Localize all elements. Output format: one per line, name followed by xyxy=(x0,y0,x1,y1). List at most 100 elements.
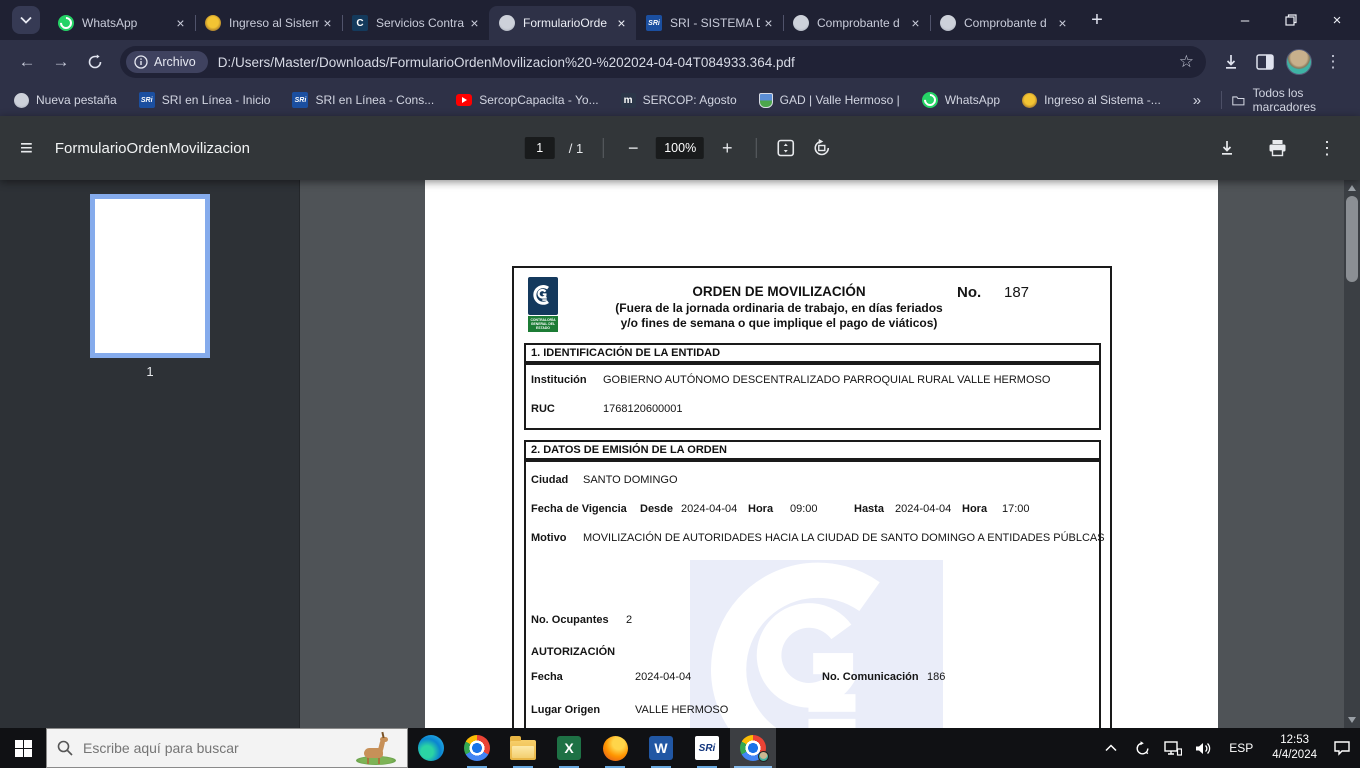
zoom-out-button[interactable]: − xyxy=(620,135,646,161)
bookmark-label: SercopCapacita - Yo... xyxy=(479,93,599,107)
all-bookmarks-button[interactable]: Todos los marcadores xyxy=(1232,86,1346,114)
tab-strip: WhatsApp × Ingreso al Sistem × C Servici… xyxy=(0,0,1360,40)
ocupantes-label: No. Ocupantes xyxy=(531,614,609,626)
tab-servicios-contraloria[interactable]: C Servicios Contra × xyxy=(342,6,489,40)
clock[interactable]: 12:53 4/4/2024 xyxy=(1266,733,1323,763)
tab-close-icon[interactable]: × xyxy=(466,15,483,32)
taskbar-chrome[interactable] xyxy=(454,728,500,768)
taskbar: X W SRi ESP 12:53 4/4/2024 xyxy=(0,728,1360,768)
volume-icon[interactable] xyxy=(1192,734,1216,762)
bookmark-sercop-agosto[interactable]: m SERCOP: Agosto xyxy=(620,92,737,108)
pdf-download-button[interactable] xyxy=(1214,135,1240,161)
section2-header: 2. DATOS DE EMISIÓN DE LA ORDEN xyxy=(524,440,1101,460)
close-window-button[interactable]: × xyxy=(1314,0,1360,40)
pdf-more-button[interactable]: ⋮ xyxy=(1314,135,1340,161)
taskbar-file-explorer[interactable] xyxy=(500,728,546,768)
network-icon[interactable] xyxy=(1161,734,1185,762)
pdf-print-button[interactable] xyxy=(1264,135,1290,161)
downloads-button[interactable] xyxy=(1214,45,1248,79)
taskbar-edge[interactable] xyxy=(408,728,454,768)
bookmark-nueva-pestana[interactable]: Nueva pestaña xyxy=(14,92,117,108)
zoom-in-button[interactable]: + xyxy=(714,135,740,161)
file-scheme-chip[interactable]: Archivo xyxy=(126,51,208,73)
vertical-scrollbar[interactable] xyxy=(1344,180,1360,728)
tab-comprobante-2[interactable]: Comprobante d × xyxy=(930,6,1077,40)
profile-avatar[interactable] xyxy=(1286,49,1312,75)
tab-comprobante-1[interactable]: Comprobante d × xyxy=(783,6,930,40)
chevron-down-icon xyxy=(20,16,32,24)
pdf-menu-icon[interactable]: ≡ xyxy=(20,135,33,161)
rotate-button[interactable] xyxy=(809,135,835,161)
new-tab-button[interactable]: + xyxy=(1083,6,1111,34)
tab-search-button[interactable] xyxy=(12,6,40,34)
side-panel-button[interactable] xyxy=(1248,45,1282,79)
taskbar-firefox[interactable] xyxy=(592,728,638,768)
language-indicator[interactable]: ESP xyxy=(1223,741,1259,755)
action-center-icon[interactable] xyxy=(1330,734,1354,762)
excel-icon: X xyxy=(557,736,581,760)
bookmark-whatsapp[interactable]: WhatsApp xyxy=(921,92,1000,108)
scrollbar-thumb[interactable] xyxy=(1346,196,1358,282)
bookmarks-overflow-button[interactable]: » xyxy=(1183,92,1211,109)
tab-close-icon[interactable]: × xyxy=(172,15,189,32)
tab-close-icon[interactable]: × xyxy=(907,15,924,32)
page-number-input[interactable] xyxy=(524,137,555,159)
bookmark-sri-inicio[interactable]: SRi SRI en Línea - Inicio xyxy=(138,92,270,108)
tab-close-icon[interactable]: × xyxy=(1054,15,1071,32)
tab-close-icon[interactable]: × xyxy=(319,15,336,32)
search-input[interactable] xyxy=(83,740,355,756)
maximize-button[interactable] xyxy=(1268,0,1314,40)
chrome-icon xyxy=(464,735,490,761)
info-icon xyxy=(134,55,148,69)
download-icon xyxy=(1226,55,1236,69)
desde-value: 2024-04-04 xyxy=(681,503,738,515)
tab-close-icon[interactable]: × xyxy=(613,15,630,32)
minimize-button[interactable]: – xyxy=(1222,0,1268,40)
motivo-label: Motivo xyxy=(531,532,567,544)
browser-menu-button[interactable]: ⋮ xyxy=(1316,45,1350,79)
omnibox[interactable]: Archivo ☆ xyxy=(120,46,1206,78)
page-thumbnail[interactable] xyxy=(90,194,210,358)
section1-header: 1. IDENTIFICACIÓN DE LA ENTIDAD xyxy=(524,343,1101,363)
m-icon: m xyxy=(620,92,636,108)
onedrive-sync-icon[interactable] xyxy=(1130,734,1154,762)
tab-whatsapp[interactable]: WhatsApp × xyxy=(48,6,195,40)
bookmark-gad-valle-hermoso[interactable]: GAD | Valle Hermoso | xyxy=(758,92,900,108)
search-icon xyxy=(57,740,73,756)
taskbar-excel[interactable]: X xyxy=(546,728,592,768)
taskbar-sri[interactable]: SRi xyxy=(684,728,730,768)
document-subtitle-line1: (Fuera de la jornada ordinaria de trabaj… xyxy=(615,301,943,315)
bookmark-star-icon[interactable]: ☆ xyxy=(1179,52,1194,72)
address-bar: ← → Archivo ☆ ⋮ xyxy=(0,40,1360,84)
tray-chevron-up-icon[interactable] xyxy=(1099,734,1123,762)
ruc-label: RUC xyxy=(531,403,555,415)
tab-ingreso-sistema[interactable]: Ingreso al Sistem × xyxy=(195,6,342,40)
scroll-down-icon[interactable] xyxy=(1348,717,1356,723)
origen-value: VALLE HERMOSO xyxy=(635,704,729,716)
tab-sri-sistema[interactable]: SRi SRI - SISTEMA D × xyxy=(636,6,783,40)
tab-close-icon[interactable]: × xyxy=(760,15,777,32)
sri-icon: SRi xyxy=(646,15,662,31)
bookmark-ingreso-sistema[interactable]: Ingreso al Sistema -... xyxy=(1022,92,1161,108)
gad-shield-icon xyxy=(758,92,773,108)
vigencia-label: Fecha de Vigencia xyxy=(531,503,627,515)
fit-page-icon xyxy=(777,139,795,157)
zoom-level-input[interactable] xyxy=(656,137,705,159)
bookmark-sri-consultas[interactable]: SRi SRI en Línea - Cons... xyxy=(292,92,434,108)
back-button[interactable]: ← xyxy=(10,45,44,79)
pdf-page: CONTRALORÍA GENERAL DEL ESTADO ORDEN DE … xyxy=(425,180,1218,728)
tab-formulario-orden-active[interactable]: FormularioOrde × xyxy=(489,6,636,40)
start-button[interactable] xyxy=(0,728,46,768)
taskbar-search-box[interactable] xyxy=(46,728,408,768)
taskbar-chrome-active[interactable] xyxy=(730,728,776,768)
url-input[interactable] xyxy=(217,54,1179,70)
reload-button[interactable] xyxy=(78,45,112,79)
globe-icon xyxy=(499,15,515,31)
scroll-up-icon[interactable] xyxy=(1348,185,1356,191)
taskbar-word[interactable]: W xyxy=(638,728,684,768)
bookmark-sercop-youtube[interactable]: SercopCapacita - Yo... xyxy=(456,93,599,107)
forward-button[interactable]: → xyxy=(44,45,78,79)
institucion-value: GOBIERNO AUTÓNOMO DESCENTRALIZADO PARROQ… xyxy=(603,374,1051,386)
fit-to-page-button[interactable] xyxy=(773,135,799,161)
tab-label: Ingreso al Sistem xyxy=(229,16,319,30)
